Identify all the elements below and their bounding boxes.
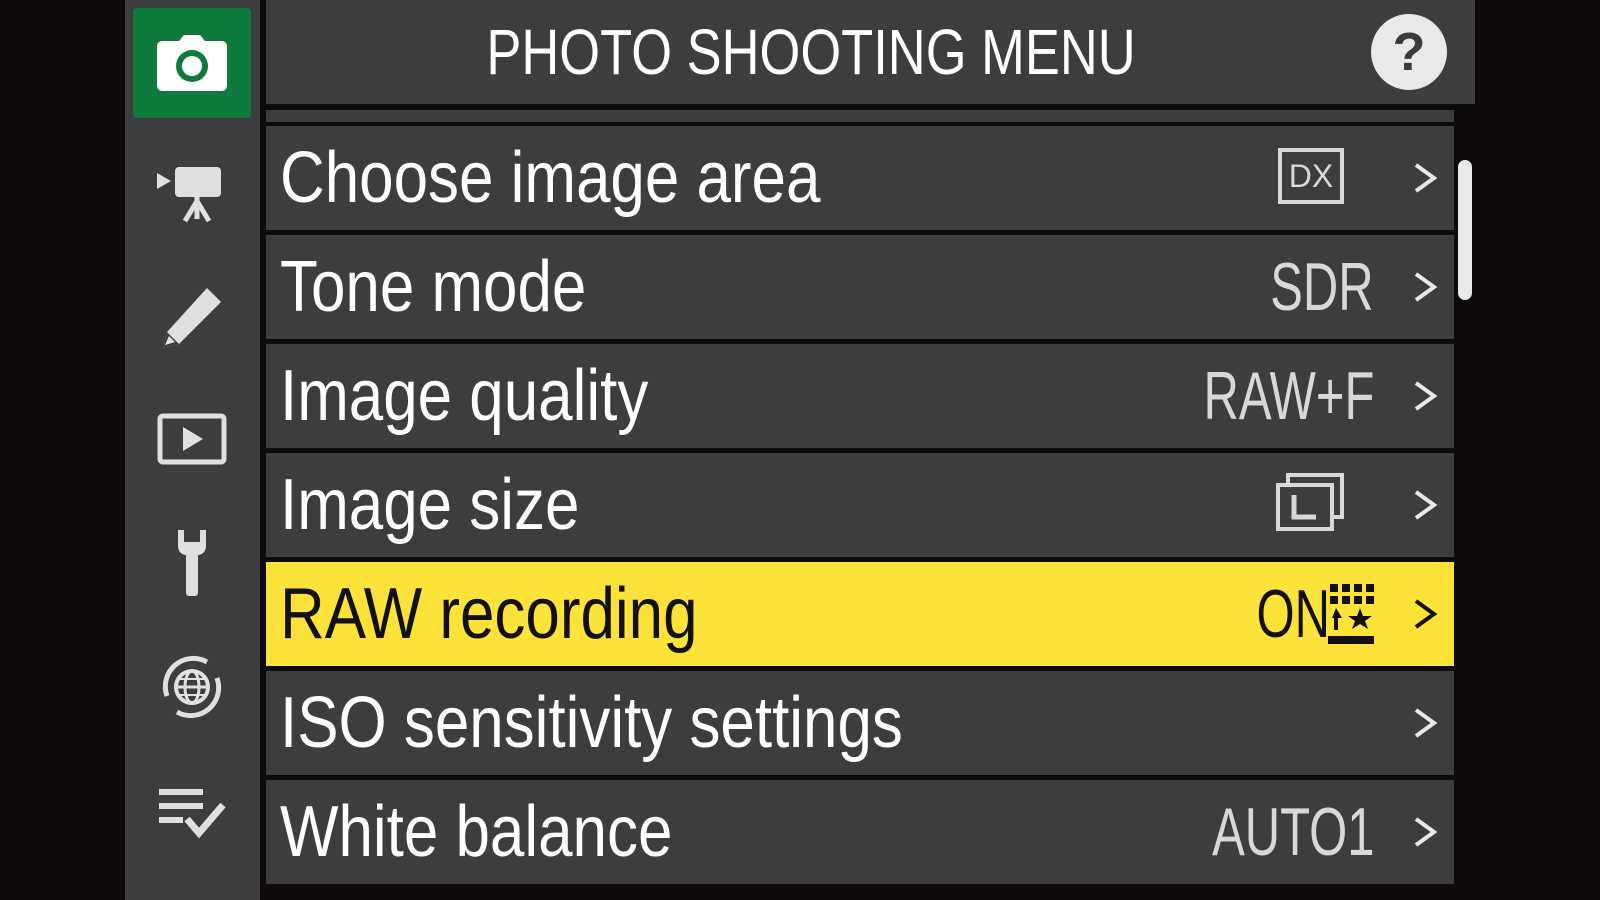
wrench-icon [178, 530, 206, 596]
menu-item-tone-mode[interactable]: Tone mode SDR [266, 235, 1454, 339]
chevron-right-icon [1414, 163, 1438, 193]
high-efficiency-raw-icon [1328, 584, 1374, 644]
menu-item-value: ON [1256, 576, 1330, 652]
camera-icon [157, 35, 227, 91]
page-title: PHOTO SHOOTING MENU [486, 16, 1136, 88]
tab-photo-shooting[interactable] [133, 8, 251, 118]
video-camera-icon [157, 167, 221, 223]
image-area-value-badge: DX [1278, 148, 1344, 204]
menu-item-label: Image quality [280, 356, 649, 436]
chevron-right-icon [1414, 381, 1438, 411]
tab-my-menu[interactable] [133, 758, 251, 868]
menu-item-label: White balance [280, 792, 673, 872]
menu-list: Choose image area DX Tone mode SDR Image… [266, 126, 1454, 889]
menu-item-value: SDR [1270, 249, 1374, 325]
tab-network[interactable] [133, 632, 251, 742]
menu-item-label: Image size [280, 465, 580, 545]
previous-item-peek [266, 110, 1454, 122]
menu-item-white-balance[interactable]: White balance AUTO1 [266, 780, 1454, 884]
help-button[interactable]: ? [1371, 14, 1447, 90]
chevron-right-icon [1414, 599, 1438, 629]
my-menu-checklist-icon [159, 789, 226, 839]
menu-item-label: Choose image area [280, 138, 821, 218]
tab-custom-settings[interactable] [133, 262, 251, 372]
menu-header: PHOTO SHOOTING MENU ? [266, 0, 1475, 104]
menu-item-label: ISO sensitivity settings [280, 683, 903, 763]
scrollbar-thumb[interactable] [1458, 160, 1472, 300]
playback-icon [157, 413, 227, 465]
menu-item-value: RAW+F [1203, 358, 1374, 434]
menu-item-label: Tone mode [280, 247, 587, 327]
image-size-large-icon [1276, 473, 1344, 531]
pencil-icon [163, 288, 221, 348]
tab-playback[interactable] [133, 384, 251, 494]
menu-item-label: RAW recording [280, 574, 698, 654]
menu-item-image-quality[interactable]: Image quality RAW+F [266, 344, 1454, 448]
menu-tab-sidebar [125, 0, 260, 900]
menu-item-raw-recording[interactable]: RAW recording ON [266, 562, 1454, 666]
chevron-right-icon [1414, 272, 1438, 302]
menu-item-choose-image-area[interactable]: Choose image area DX [266, 126, 1454, 230]
menu-item-value: AUTO1 [1211, 794, 1374, 870]
camera-menu-screen: PHOTO SHOOTING MENU ? Choose image area … [0, 0, 1600, 900]
tab-setup[interactable] [133, 508, 251, 618]
menu-item-image-size[interactable]: Image size [266, 453, 1454, 557]
menu-item-iso-sensitivity-settings[interactable]: ISO sensitivity settings [266, 671, 1454, 775]
menu-item-value-group: ON [1228, 562, 1374, 666]
tab-video-recording[interactable] [133, 138, 251, 248]
chevron-right-icon [1414, 708, 1438, 738]
network-globe-icon [162, 655, 222, 719]
chevron-right-icon [1414, 817, 1438, 847]
chevron-right-icon [1414, 490, 1438, 520]
